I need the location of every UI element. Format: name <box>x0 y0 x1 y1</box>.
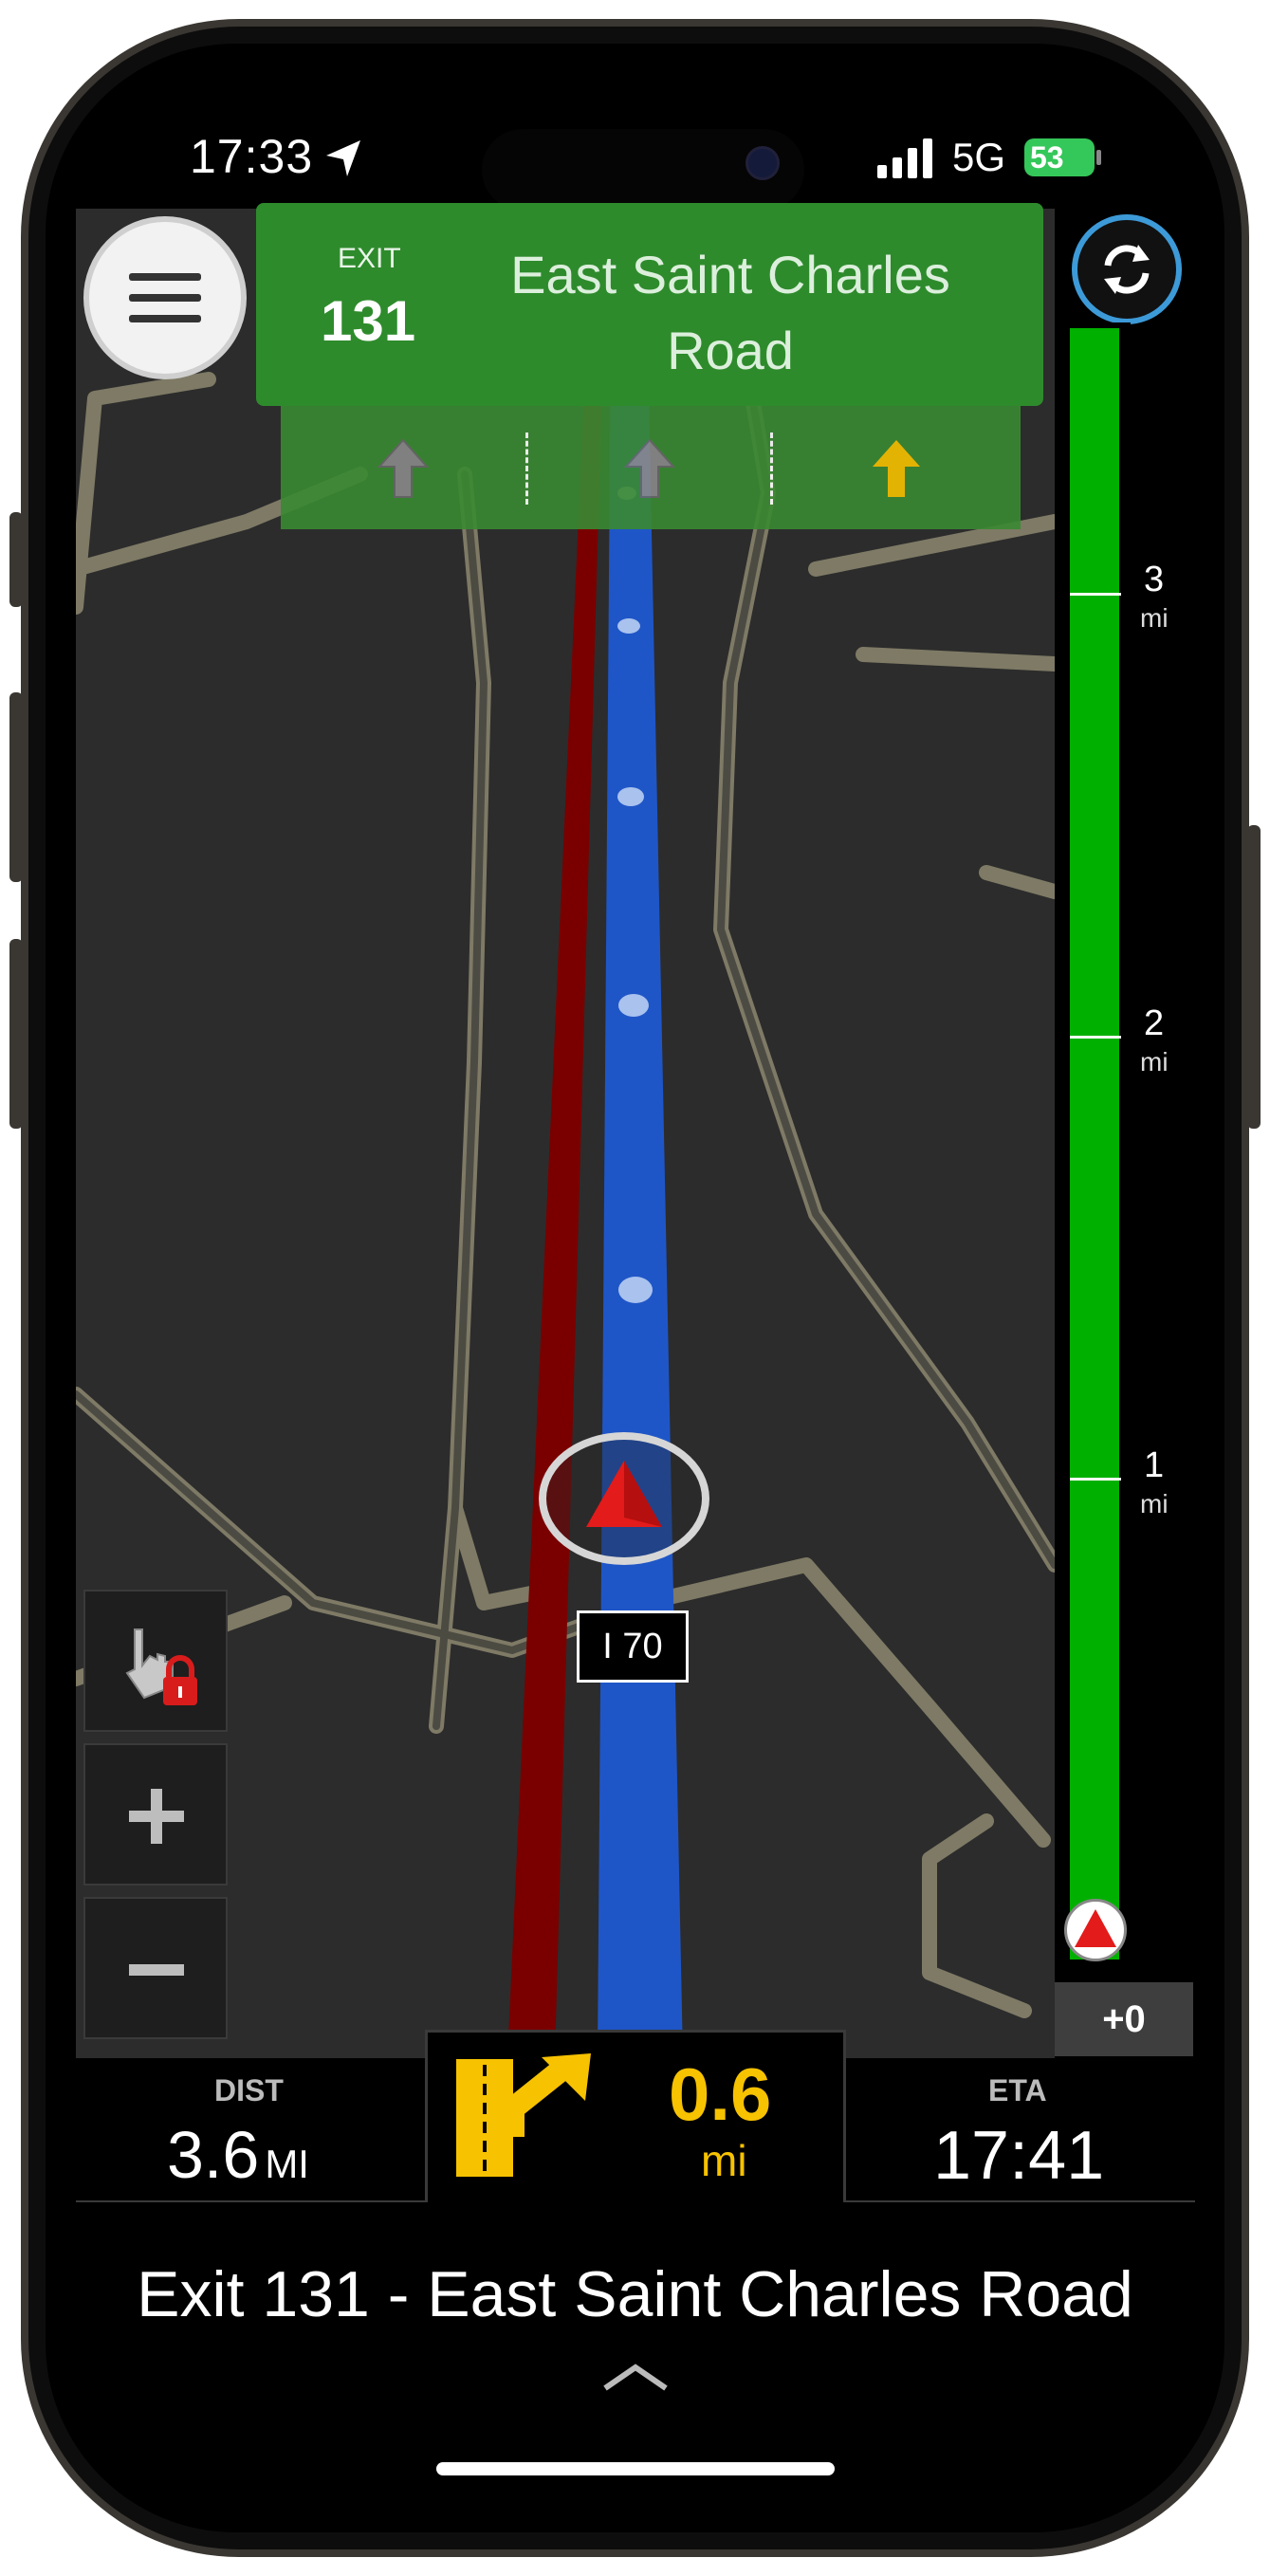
next-maneuver-panel[interactable]: 0.6 mi <box>425 2030 846 2202</box>
scale-mark-unit: mi <box>1140 1047 1169 1076</box>
battery-indicator: 53 <box>1024 138 1095 176</box>
exit-sign: EXIT 131 East Saint Charles Road <box>256 203 1043 406</box>
map-lock-button[interactable] <box>83 1590 228 1732</box>
progress-tick <box>1070 1036 1121 1039</box>
progress-vehicle-marker <box>1064 1899 1127 1961</box>
scale-mark-value: 3 <box>1144 560 1165 599</box>
battery-tip <box>1096 150 1101 165</box>
road-shield-label: I 70 <box>602 1627 663 1666</box>
exit-number: 131 <box>321 289 416 353</box>
volume-down-button <box>9 939 23 1129</box>
lane-divider <box>770 432 773 505</box>
exit-right-icon <box>456 2053 591 2177</box>
dist-unit: MI <box>265 2142 309 2186</box>
eta-value: 17:41 <box>933 2118 1105 2194</box>
refresh-icon <box>1104 245 1150 294</box>
delay-badge: +0 <box>1055 1982 1193 2056</box>
eta-label: ETA <box>988 2073 1047 2107</box>
vehicle-arrow-icon <box>1075 1909 1116 1947</box>
progress-tick <box>1070 593 1121 596</box>
road-name-line-2: Road <box>667 321 794 380</box>
vehicle-arrow-icon <box>586 1461 662 1527</box>
menu-button[interactable] <box>83 216 247 379</box>
minus-icon <box>129 1964 184 1976</box>
reroute-button[interactable] <box>1072 214 1182 324</box>
home-indicator[interactable] <box>436 2462 835 2475</box>
lane-divider <box>525 432 528 505</box>
scale-mark-unit: mi <box>1140 603 1169 633</box>
next-maneuver-distance: 0.6 <box>669 2052 772 2136</box>
dist-number: 3.6 <box>167 2118 260 2192</box>
lane-straight-icon <box>377 438 430 498</box>
exit-label: EXIT <box>338 243 401 274</box>
dist-value: 3.6 MI <box>167 2117 309 2193</box>
scale-mark-unit: mi <box>1140 1489 1169 1518</box>
road-shield: I 70 <box>577 1610 689 1683</box>
plus-icon <box>129 1789 184 1844</box>
power-button <box>1247 825 1261 1129</box>
lane-active-arrow-icon <box>873 440 920 497</box>
scale-mark-value: 1 <box>1144 1445 1165 1485</box>
progress-fill <box>1070 328 1119 1960</box>
status-bar: 17:33 5G 53 <box>0 0 1270 211</box>
hand-lock-icon <box>125 1628 197 1705</box>
scale-mark-value: 2 <box>1144 1003 1165 1043</box>
location-arrow-icon <box>326 140 360 176</box>
battery-level: 53 <box>1030 140 1064 175</box>
signal-icon <box>877 138 932 178</box>
delay-value: +0 <box>1102 1998 1146 2040</box>
status-time: 17:33 <box>190 130 314 183</box>
road-name: East Saint Charles Road <box>446 231 1015 395</box>
route-instruction[interactable]: Exit 131 - East Saint Charles Road <box>0 2257 1270 2331</box>
chevron-up-icon[interactable] <box>598 2358 673 2396</box>
network-label: 5G <box>952 135 1006 179</box>
lane-straight-icon <box>623 438 676 498</box>
road-name-line-1: East Saint Charles <box>510 245 950 304</box>
lane-guidance <box>281 406 1021 529</box>
distance-progress-bar <box>1055 322 1131 1982</box>
silent-switch <box>9 512 23 607</box>
zoom-out-button[interactable] <box>83 1897 228 2039</box>
next-maneuver-unit: mi <box>701 2136 747 2185</box>
camera-dot <box>745 146 780 180</box>
zoom-in-button[interactable] <box>83 1743 228 1886</box>
volume-up-button <box>9 692 23 882</box>
dist-label: DIST <box>214 2073 284 2107</box>
progress-tick <box>1070 1478 1121 1481</box>
hamburger-icon <box>129 273 201 322</box>
